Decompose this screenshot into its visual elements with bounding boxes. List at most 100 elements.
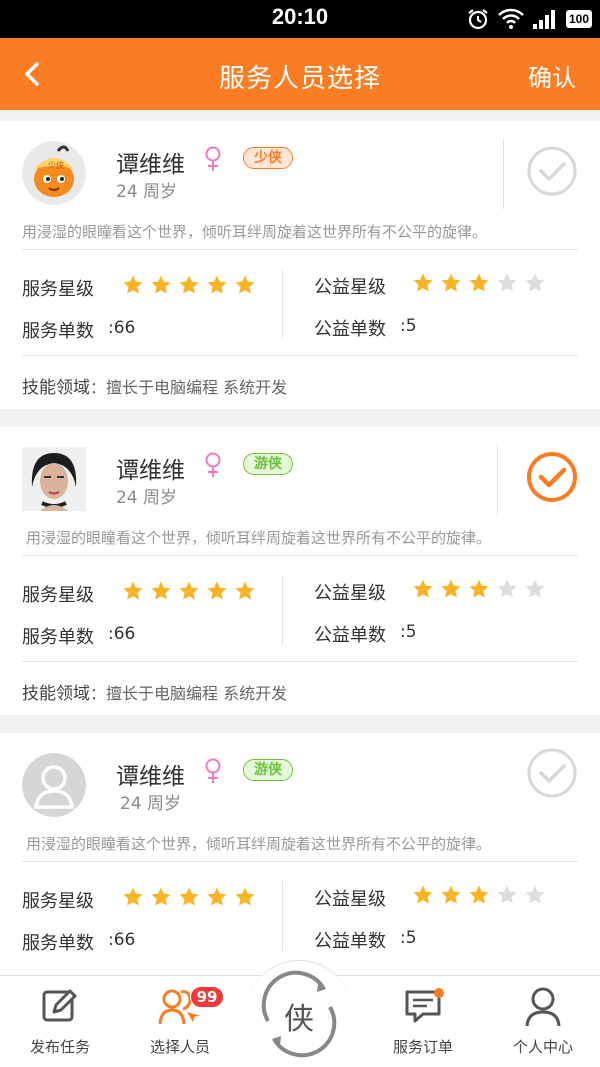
user-icon (525, 987, 561, 1027)
skill-label: 技能领域 (22, 684, 90, 704)
worker-card[interactable]: 谭维维 游侠 24 周岁 用浸湿的眼瞳看这个世界，倾听耳绊周旋着这世界所有不公平… (0, 427, 600, 715)
service-count-value: :66 (108, 624, 136, 644)
welfare-stars (412, 272, 546, 294)
star-filled-icon (123, 275, 143, 294)
default-person-icon (22, 753, 86, 817)
welfare-star-label: 公益星级 (314, 583, 386, 604)
welfare-star-label: 公益星级 (314, 889, 386, 910)
status-bar: 20:10 100 (0, 0, 600, 38)
skill-row: 技能领域：擅长于电脑编程 系统开发 (22, 679, 287, 704)
divider (503, 139, 504, 209)
female-icon (205, 758, 221, 783)
center-label: 侠 (284, 1002, 314, 1037)
skill-row: 技能领域：擅长于电脑编程 系统开发 (22, 373, 287, 398)
nav-label: 选择人员 (149, 1038, 210, 1056)
worker-name: 谭维维 (116, 764, 185, 790)
avatar (22, 447, 86, 511)
divider (497, 445, 498, 515)
star-filled-icon (413, 273, 433, 292)
star-filled-icon (179, 887, 199, 906)
welfare-count-value: :5 (400, 316, 417, 336)
service-stars (122, 274, 256, 296)
service-star-label: 服务星级 (22, 279, 94, 300)
skill-value: ：擅长于电脑编程 系统开发 (90, 378, 288, 397)
notification-badge: 99 (190, 986, 224, 1008)
star-filled-icon (441, 885, 461, 904)
check-circle-icon[interactable] (526, 145, 578, 197)
service-stars (122, 580, 256, 602)
star-filled-icon (151, 887, 171, 906)
star-filled-icon (441, 273, 461, 292)
welfare-count-label: 公益单数 (314, 625, 386, 646)
star-filled-icon (207, 581, 227, 600)
alarm-icon (468, 9, 488, 30)
star-filled-icon (123, 581, 143, 600)
star-filled-icon (413, 885, 433, 904)
star-empty-icon (525, 273, 545, 292)
star-empty-icon (497, 273, 517, 292)
star-filled-icon (469, 273, 489, 292)
service-count-value: :66 (108, 930, 136, 950)
divider (282, 269, 283, 339)
rank-badge: 少侠 (243, 147, 293, 169)
worker-card[interactable]: 谭维维 游侠 24 周岁 用浸湿的眼瞳看这个世界，倾听耳绊周旋着这世界所有不公平… (0, 733, 600, 975)
star-filled-icon (123, 887, 143, 906)
star-filled-icon (441, 579, 461, 598)
worker-motto: 用浸湿的眼瞳看这个世界，倾听耳绊周旋着这世界所有不公平的旋律。 (26, 529, 492, 547)
worker-age: 24 周岁 (120, 794, 182, 814)
divider (22, 861, 578, 862)
confirm-button[interactable]: 确认 (528, 58, 576, 93)
skill-label: 技能领域 (22, 378, 90, 398)
star-filled-icon (207, 275, 227, 294)
star-filled-icon (235, 275, 255, 294)
star-filled-icon (207, 887, 227, 906)
star-filled-icon (179, 275, 199, 294)
rank-badge: 游侠 (243, 759, 293, 781)
nav-item-select-people[interactable]: 99 选择人员 (120, 976, 240, 1067)
star-filled-icon (469, 579, 489, 598)
worker-age: 24 周岁 (116, 182, 178, 202)
battery-indicator: 100 (565, 10, 592, 28)
star-empty-icon (525, 579, 545, 598)
star-filled-icon (235, 887, 255, 906)
divider (282, 881, 283, 951)
nav-item-personal-center[interactable]: 个人中心 (483, 976, 600, 1067)
divider (22, 555, 578, 556)
nav-item-publish-task[interactable]: 发布任务 (0, 976, 120, 1067)
welfare-count-value: :5 (400, 622, 417, 642)
service-star-label: 服务星级 (22, 891, 94, 912)
nav-item-service-orders[interactable]: 服务订单 (363, 976, 483, 1067)
woman-avatar-icon (22, 447, 86, 511)
nav-label: 个人中心 (512, 1038, 573, 1056)
signal-icon (532, 10, 555, 29)
divider (22, 355, 578, 356)
wifi-icon (498, 8, 524, 29)
service-stars (122, 886, 256, 908)
divider (282, 575, 283, 645)
svg-text:少侠: 少侠 (48, 160, 64, 170)
star-empty-icon (497, 579, 517, 598)
star-filled-icon (151, 581, 171, 600)
worker-motto: 用浸湿的眼瞳看这个世界，倾听耳绊周旋着这世界所有不公平的旋律。 (22, 223, 488, 241)
nav-label: 服务订单 (392, 1038, 453, 1056)
check-circle-icon[interactable] (526, 747, 578, 799)
header-bar: 服务人员选择 确认 (0, 38, 600, 110)
star-filled-icon (413, 579, 433, 598)
service-count-label: 服务单数 (22, 933, 94, 954)
status-icons: 100 (466, 6, 592, 32)
service-count-value: :66 (108, 318, 136, 338)
worker-name: 谭维维 (116, 152, 185, 178)
star-empty-icon (497, 885, 517, 904)
check-circle-selected-icon[interactable] (526, 451, 578, 503)
avatar: 少侠 (22, 141, 86, 205)
worker-motto: 用浸湿的眼瞳看这个世界，倾听耳绊周旋着这世界所有不公平的旋律。 (26, 835, 492, 853)
welfare-count-value: :5 (400, 928, 417, 948)
worker-age: 24 周岁 (116, 488, 178, 508)
welfare-count-label: 公益单数 (314, 319, 386, 340)
worker-card[interactable]: 少侠 谭维维 少侠 24 周岁 用浸湿的眼瞳看这个世界，倾听耳绊周旋着这世界所有… (0, 121, 600, 409)
center-action-button[interactable]: 侠 (246, 960, 352, 1066)
notification-dot (434, 988, 444, 998)
star-filled-icon (151, 275, 171, 294)
star-filled-icon (179, 581, 199, 600)
female-icon (205, 452, 221, 477)
